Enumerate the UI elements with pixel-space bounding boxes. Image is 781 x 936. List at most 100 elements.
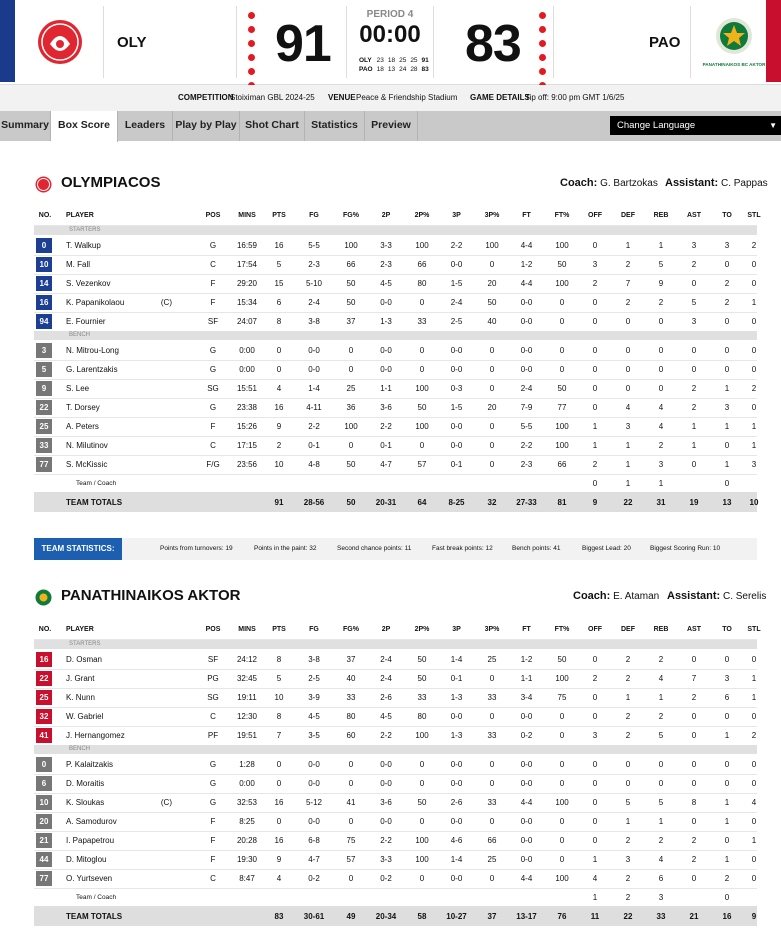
col-fg-: 0 — [348, 779, 354, 788]
col-fg-: 0 — [348, 760, 354, 769]
player-name[interactable]: J. Hernangomez — [66, 726, 176, 745]
player-name-link[interactable]: K. Papanikolaou — [66, 298, 124, 307]
col-reb: 31 — [656, 497, 666, 507]
player-name[interactable]: D. Mitoglou — [66, 850, 176, 869]
player-name-link[interactable]: D. Mitoglou — [66, 855, 106, 864]
jersey-number-badge: 77 — [36, 457, 52, 472]
col-ft: 0-0 — [520, 836, 533, 845]
tab-preview[interactable]: Preview — [365, 111, 418, 141]
player-name[interactable]: S. McKissic — [66, 455, 176, 474]
col-to: 16 — [722, 911, 732, 921]
player-name[interactable]: E. Fournier — [66, 312, 176, 331]
tab-shot-chart[interactable]: Shot Chart — [240, 111, 305, 141]
player-name-link[interactable]: A. Samodurov — [66, 817, 117, 826]
player-name-link[interactable]: G. Larentzakis — [66, 365, 118, 374]
team-totals-row: TEAM TOTALS 83 30-61 49 20-34 58 10-27 37 13-17 7… — [34, 906, 757, 926]
tab-bar: Summary Box Score Leaders Play by Play S… — [0, 111, 781, 142]
player-name[interactable]: I. Papapetrou — [66, 831, 176, 850]
player-name-link[interactable]: K. Nunn — [66, 693, 95, 702]
player-name-link[interactable]: M. Fall — [66, 260, 90, 269]
player-name[interactable]: A. Samodurov — [66, 812, 176, 831]
col-mins: 32:53 — [236, 798, 258, 807]
col-ft — [508, 474, 545, 493]
tab-summary[interactable]: Summary — [0, 111, 51, 141]
player-name-link[interactable]: S. McKissic — [66, 460, 107, 469]
player-name-link[interactable]: N. Milutinov — [66, 441, 108, 450]
player-name[interactable]: M. Fall — [66, 255, 176, 274]
col-mins: 17:15 — [236, 441, 258, 450]
home-coach: Coach: G. Bartzokas — [560, 177, 658, 189]
col-reb: 0 — [658, 384, 664, 393]
player-name-link[interactable]: D. Moraitis — [66, 779, 104, 788]
col-ft-: 0 — [559, 317, 565, 326]
player-name-link[interactable]: S. Vezenkov — [66, 279, 110, 288]
player-name[interactable]: P. Kalaitzakis — [66, 755, 176, 774]
player-name-link[interactable]: T. Dorsey — [66, 403, 100, 412]
player-name[interactable]: S. Vezenkov — [66, 274, 176, 293]
player-name[interactable]: S. Lee — [66, 379, 176, 398]
home-color-strip — [0, 0, 15, 82]
player-name[interactable]: N. Mitrou-Long — [66, 341, 176, 360]
player-name[interactable]: G. Larentzakis — [66, 360, 176, 379]
home-team-logo[interactable] — [17, 6, 104, 78]
col-ft-: 100 — [555, 241, 569, 250]
table-row: 16 K. Papanikolaou (C) F 15:34 6 2-4 50 0-0 0 2-4 5… — [34, 293, 757, 313]
col-pts: 8 — [276, 655, 282, 664]
col-mins: 23:56 — [236, 460, 258, 469]
player-name-link[interactable]: J. Hernangomez — [66, 731, 125, 740]
column-header: 3P — [452, 625, 461, 633]
language-select[interactable]: Change Language ▼ — [610, 116, 781, 135]
player-name-link[interactable]: O. Yurtseven — [66, 874, 112, 883]
player-name-link[interactable]: S. Lee — [66, 384, 89, 393]
player-name[interactable]: A. Peters — [66, 417, 176, 436]
quarter-row-home: OLY 23 18 25 25 91 — [359, 57, 429, 64]
tab-play-by-play[interactable]: Play by Play — [173, 111, 240, 141]
col-reb: 4 — [658, 674, 664, 683]
player-name-link[interactable]: W. Gabriel — [66, 712, 103, 721]
col-2p-: 100 — [415, 855, 429, 864]
col-mins: 29:20 — [236, 279, 258, 288]
player-name-link[interactable]: K. Sloukas — [66, 798, 104, 807]
col-pts: 7 — [276, 731, 282, 740]
player-name-link[interactable]: T. Walkup — [66, 241, 101, 250]
col-pos: C — [210, 712, 216, 721]
player-name[interactable]: W. Gabriel — [66, 707, 176, 726]
player-name-link[interactable]: E. Fournier — [66, 317, 106, 326]
col-3p: 0-3 — [450, 384, 463, 393]
player-name[interactable]: T. Walkup — [66, 236, 176, 255]
player-name[interactable]: D. Osman — [66, 650, 176, 669]
col-mins: 0:00 — [239, 779, 255, 788]
column-header: MINS — [238, 625, 256, 633]
team-totals-row: TEAM TOTALS 91 28-56 50 20-31 64 8-25 32 27-33 81… — [34, 492, 758, 512]
chevron-down-icon: ▼ — [769, 121, 777, 130]
player-name[interactable]: D. Moraitis — [66, 774, 176, 793]
player-name[interactable]: N. Milutinov — [66, 436, 176, 455]
col-pts: 10 — [274, 460, 284, 469]
away-team-logo[interactable]: PANATHINAIKOS BC AKTOR — [690, 6, 777, 78]
tab-leaders[interactable]: Leaders — [118, 111, 173, 141]
player-name[interactable]: J. Grant — [66, 669, 176, 688]
col-stl: 3 — [751, 460, 757, 469]
player-name[interactable]: K. Papanikolaou (C) — [66, 293, 176, 312]
player-name-link[interactable]: J. Grant — [66, 674, 94, 683]
player-name-link[interactable]: I. Papapetrou — [66, 836, 114, 845]
col-to: 3 — [724, 241, 730, 250]
col-to: 1 — [724, 384, 730, 393]
tab-statistics[interactable]: Statistics — [305, 111, 365, 141]
col-reb: 0 — [658, 779, 664, 788]
player-name[interactable]: K. Sloukas (C) — [66, 793, 176, 812]
col-2p: 0-1 — [380, 441, 392, 450]
player-name[interactable]: K. Nunn — [66, 688, 176, 707]
player-name[interactable]: O. Yurtseven — [66, 869, 176, 888]
player-name-link[interactable]: A. Peters — [66, 422, 99, 431]
player-name-link[interactable]: D. Osman — [66, 655, 102, 664]
stat-bench-points: Bench points: 41 — [512, 545, 561, 552]
player-name-link[interactable]: P. Kalaitzakis — [66, 760, 113, 769]
jersey-number-badge: 44 — [36, 852, 52, 867]
col-3p: 4-6 — [450, 836, 463, 845]
player-name[interactable]: T. Dorsey — [66, 398, 176, 417]
tab-box-score[interactable]: Box Score — [51, 111, 118, 142]
col-stl: 4 — [751, 798, 757, 807]
player-name-link[interactable]: N. Mitrou-Long — [66, 346, 119, 355]
col-off: 0 — [592, 365, 598, 374]
